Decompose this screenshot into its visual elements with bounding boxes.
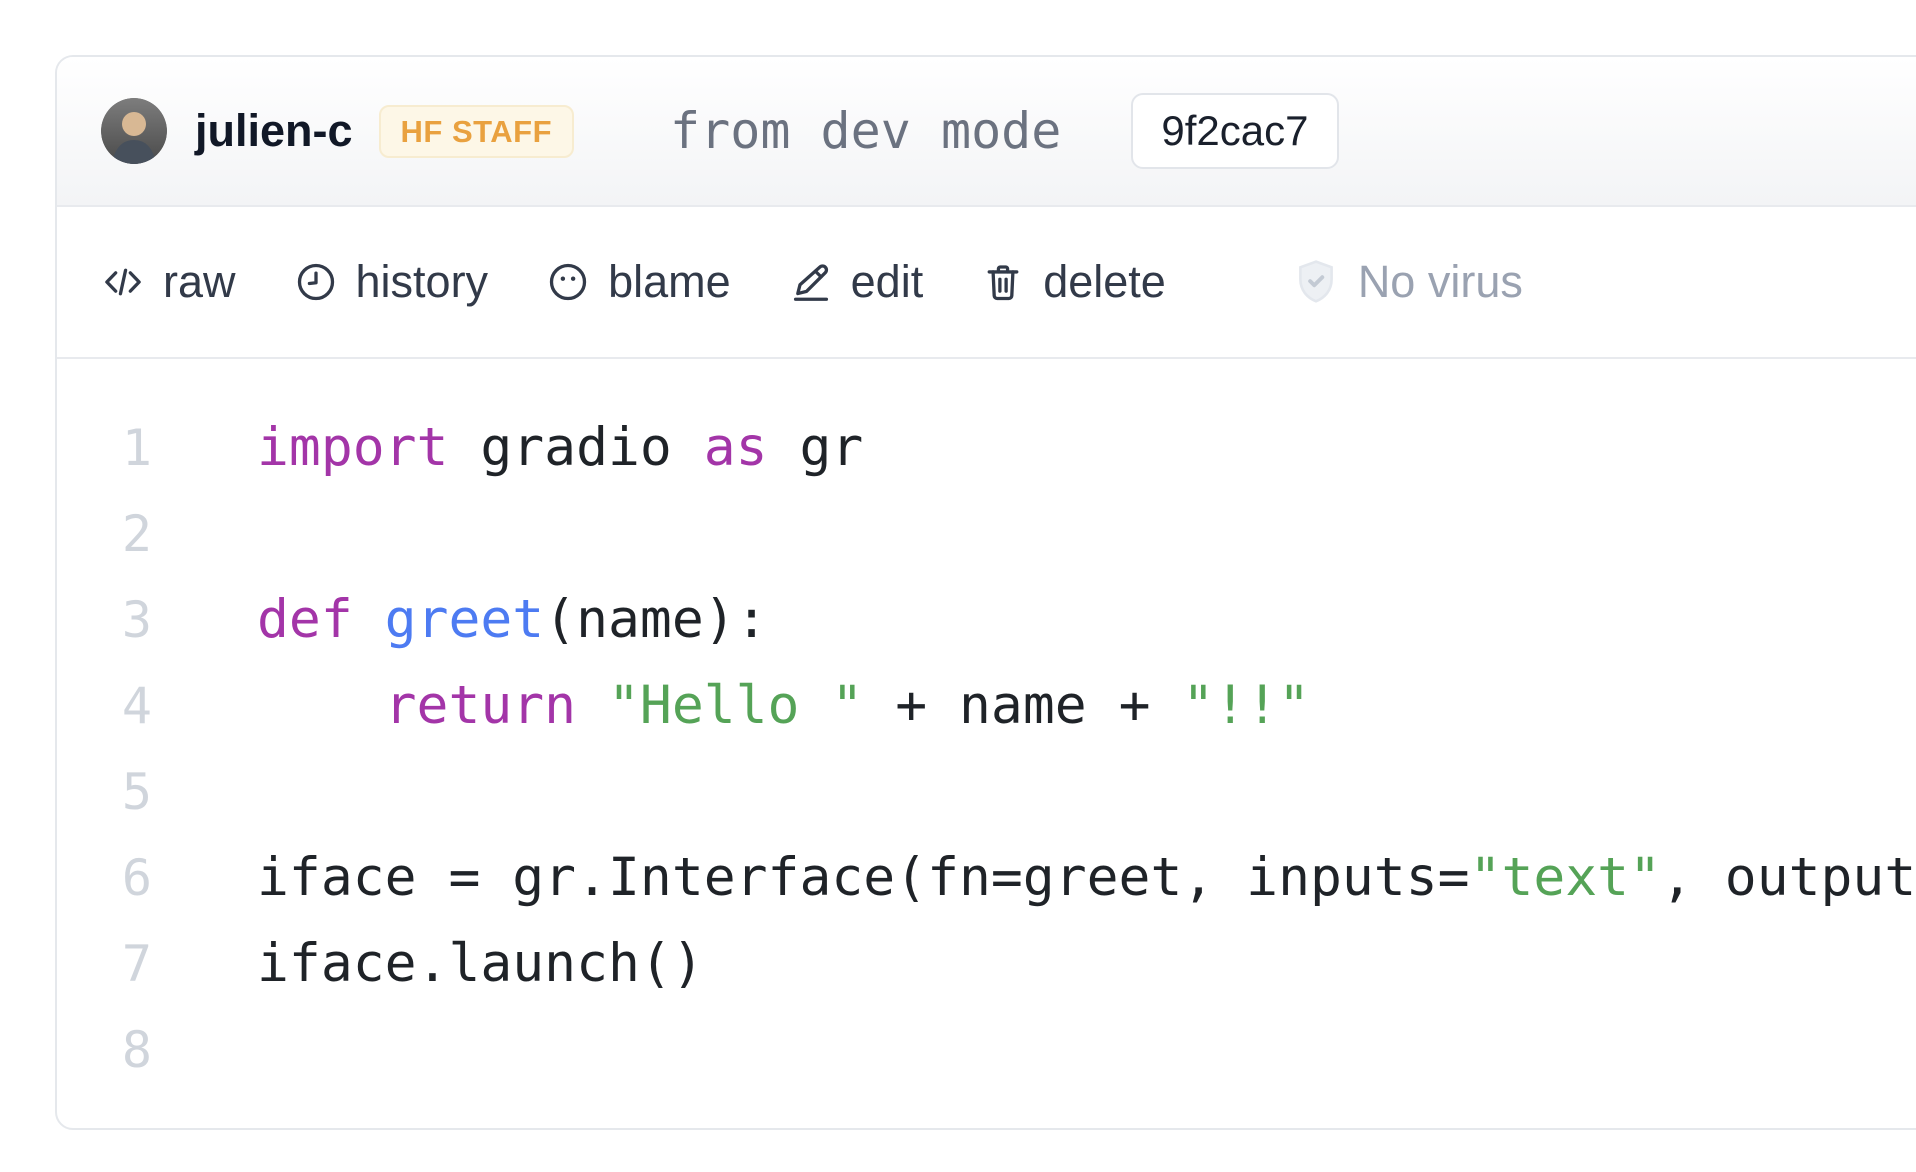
code-text: iface.launch() bbox=[152, 921, 704, 1007]
line-number[interactable]: 7 bbox=[57, 921, 152, 1007]
code-text bbox=[152, 1007, 257, 1093]
code-text bbox=[152, 491, 257, 577]
code-line: 2 bbox=[57, 491, 1916, 577]
line-number[interactable]: 4 bbox=[57, 663, 152, 749]
file-toolbar: raw history blame edit bbox=[57, 207, 1916, 359]
blame-icon bbox=[546, 260, 590, 304]
raw-button[interactable]: raw bbox=[101, 256, 236, 308]
line-number[interactable]: 3 bbox=[57, 577, 152, 663]
hf-staff-badge: HF STAFF bbox=[379, 105, 575, 158]
code-line: 1import gradio as gr bbox=[57, 405, 1916, 491]
line-number[interactable]: 5 bbox=[57, 749, 152, 835]
code-line: 7iface.launch() bbox=[57, 921, 1916, 1007]
history-label: history bbox=[356, 256, 489, 308]
username-link[interactable]: julien-c bbox=[195, 105, 353, 157]
code-line: 5 bbox=[57, 749, 1916, 835]
edit-button[interactable]: edit bbox=[789, 256, 924, 308]
history-button[interactable]: history bbox=[294, 256, 489, 308]
trash-icon bbox=[981, 260, 1025, 304]
code-text: def greet(name): bbox=[152, 577, 768, 663]
commit-header: julien-c HF STAFF from dev mode 9f2cac7 bbox=[57, 57, 1916, 207]
code-line: 4 return "Hello " + name + "!!" bbox=[57, 663, 1916, 749]
commit-hash-button[interactable]: 9f2cac7 bbox=[1131, 93, 1338, 169]
code-text bbox=[152, 749, 257, 835]
delete-label: delete bbox=[1043, 256, 1166, 308]
blame-button[interactable]: blame bbox=[546, 256, 731, 308]
pencil-icon bbox=[789, 260, 833, 304]
line-number[interactable]: 2 bbox=[57, 491, 152, 577]
avatar[interactable] bbox=[101, 98, 167, 164]
code-lines: 1import gradio as gr23def greet(name):4 … bbox=[57, 405, 1916, 1093]
line-number[interactable]: 8 bbox=[57, 1007, 152, 1093]
virus-scan-status[interactable]: No virus bbox=[1290, 256, 1523, 308]
shield-check-icon bbox=[1290, 256, 1342, 308]
line-number[interactable]: 6 bbox=[57, 835, 152, 921]
commit-message[interactable]: from dev mode bbox=[670, 102, 1061, 160]
raw-label: raw bbox=[163, 256, 236, 308]
code-icon bbox=[101, 260, 145, 304]
code-viewer: 1import gradio as gr23def greet(name):4 … bbox=[57, 359, 1916, 1093]
blame-label: blame bbox=[608, 256, 731, 308]
code-text: iface = gr.Interface(fn=greet, inputs="t… bbox=[152, 835, 1916, 921]
clock-icon bbox=[294, 260, 338, 304]
delete-button[interactable]: delete bbox=[981, 256, 1166, 308]
code-text: return "Hello " + name + "!!" bbox=[152, 663, 1310, 749]
code-line: 6iface = gr.Interface(fn=greet, inputs="… bbox=[57, 835, 1916, 921]
edit-label: edit bbox=[851, 256, 924, 308]
line-number[interactable]: 1 bbox=[57, 405, 152, 491]
code-line: 3def greet(name): bbox=[57, 577, 1916, 663]
file-viewer-card: julien-c HF STAFF from dev mode 9f2cac7 … bbox=[55, 55, 1916, 1130]
avatar-image bbox=[101, 98, 167, 164]
code-text: import gradio as gr bbox=[152, 405, 863, 491]
scan-status-label: No virus bbox=[1358, 256, 1523, 308]
code-line: 8 bbox=[57, 1007, 1916, 1093]
